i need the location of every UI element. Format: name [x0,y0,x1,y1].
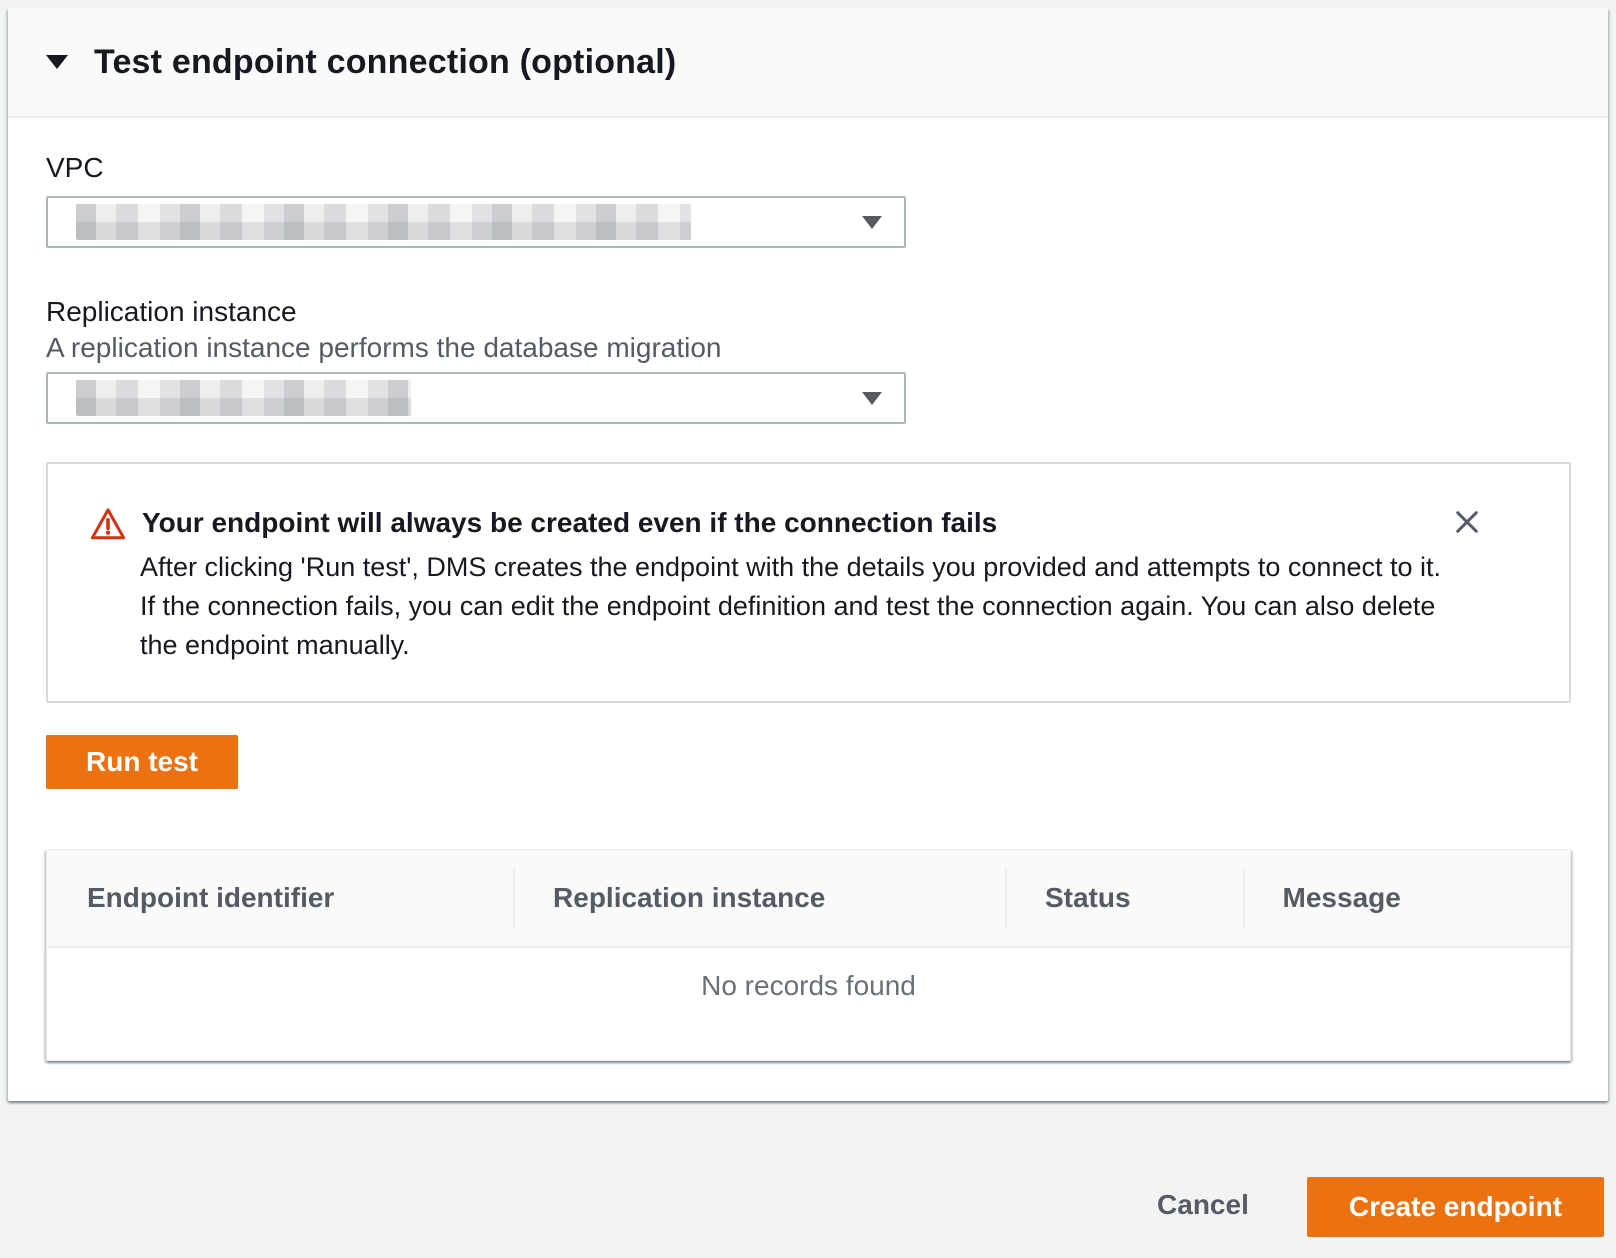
section-body: VPC Replication instance A replication i… [8,118,1608,1101]
warning-alert: Your endpoint will always be created eve… [46,462,1571,703]
alert-close-button[interactable] [1449,504,1485,540]
cancel-button[interactable]: Cancel [1157,1177,1249,1233]
collapse-caret-icon [46,55,68,69]
column-header-replication-instance: Replication instance [513,850,1005,946]
test-endpoint-connection-card: Test endpoint connection (optional) VPC … [8,8,1608,1101]
chevron-down-icon [862,216,882,229]
replication-instance-select[interactable] [46,372,906,424]
table-header-row: Endpoint identifier Replication instance… [47,850,1570,948]
column-header-status: Status [1005,850,1243,946]
create-endpoint-button[interactable]: Create endpoint [1307,1177,1604,1237]
run-test-button[interactable]: Run test [46,735,238,789]
form-actions-footer: Cancel Create endpoint [0,1109,1616,1258]
chevron-down-icon [862,392,882,405]
vpc-label: VPC [46,150,1570,186]
table-empty-state: No records found [47,948,1570,1060]
replication-instance-select-value-redacted [76,380,411,416]
test-results-table: Endpoint identifier Replication instance… [46,849,1571,1061]
close-icon [1451,506,1483,538]
column-header-message: Message [1243,850,1570,946]
section-header[interactable]: Test endpoint connection (optional) [8,8,1608,118]
vpc-select-value-redacted [76,204,691,240]
column-header-endpoint-identifier: Endpoint identifier [47,850,513,946]
warning-triangle-icon [90,506,126,542]
section-title: Test endpoint connection (optional) [94,43,676,82]
alert-title: Your endpoint will always be created eve… [142,504,997,542]
replication-instance-label: Replication instance [46,294,1570,330]
replication-instance-description: A replication instance performs the data… [46,330,1570,366]
alert-body: After clicking 'Run test', DMS creates t… [140,548,1449,665]
vpc-select[interactable] [46,196,906,248]
